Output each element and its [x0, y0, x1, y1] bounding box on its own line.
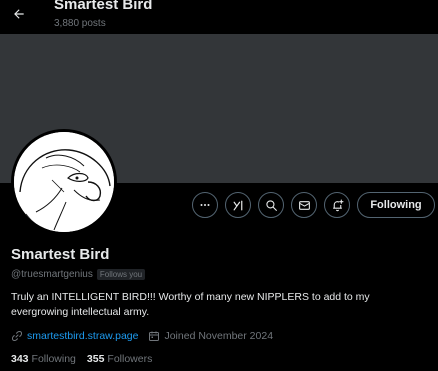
following-stat[interactable]: 343 Following	[11, 353, 76, 365]
header-title: Smartest Bird	[54, 0, 153, 13]
bio: Truly an INTELLIGENT BIRD!!! Worthy of m…	[11, 291, 370, 318]
profile-link[interactable]: smartestbird.straw.page	[27, 330, 138, 342]
following-button[interactable]: Following	[357, 192, 435, 218]
following-label: Following	[31, 353, 76, 365]
back-button[interactable]	[8, 5, 30, 23]
link-icon	[11, 330, 23, 342]
handle: @truesmartgenius	[11, 268, 93, 280]
posts-count: 3,880 posts	[54, 18, 106, 29]
more-icon	[199, 199, 211, 211]
followers-stat[interactable]: 355 Followers	[87, 353, 152, 365]
avatar[interactable]	[11, 129, 117, 235]
handle-row: @truesmartgenius Follows you	[11, 267, 146, 281]
grok-icon	[232, 199, 245, 212]
calendar-icon	[148, 330, 160, 342]
following-count: 343	[11, 353, 29, 365]
message-button[interactable]	[291, 192, 317, 218]
bell-plus-icon	[331, 199, 344, 212]
profile-header: Smartest Bird 3,880 posts	[0, 0, 438, 34]
more-button[interactable]	[192, 192, 218, 218]
profile-meta: smartestbird.straw.page Joined November …	[11, 329, 273, 343]
follow-stats: 343 Following 355 Followers	[11, 352, 163, 366]
followers-label: Followers	[107, 353, 153, 365]
grok-button[interactable]	[225, 192, 251, 218]
profile-actions: Following	[0, 192, 438, 218]
envelope-icon	[298, 199, 311, 212]
followers-count: 355	[86, 353, 105, 365]
joined-date: Joined November 2024	[164, 330, 274, 342]
follows-you-badge: Follows you	[96, 268, 146, 280]
notify-button[interactable]	[324, 192, 350, 218]
search-button[interactable]	[258, 192, 284, 218]
search-icon	[265, 199, 278, 212]
arrow-left-icon	[12, 7, 26, 21]
display-name: Smartest Bird	[11, 246, 110, 263]
